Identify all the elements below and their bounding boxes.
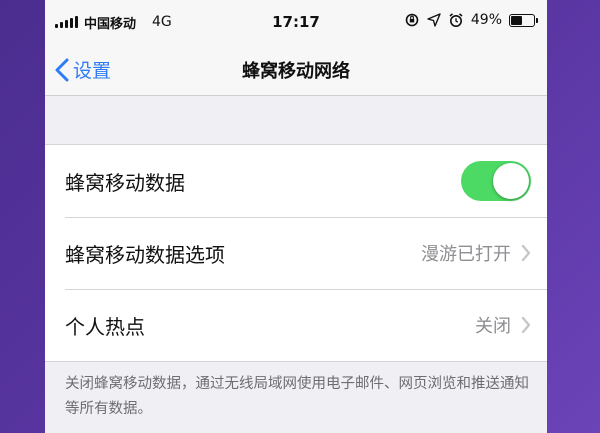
row-label: 个人热点 (65, 314, 145, 339)
cellular-data-options-row[interactable]: 蜂窝移动数据选项 漫游已打开 (45, 217, 547, 289)
cellular-data-row: 蜂窝移动数据 (45, 145, 547, 217)
orientation-lock-icon (404, 12, 420, 28)
chevron-right-icon (521, 316, 531, 334)
row-label: 蜂窝移动数据选项 (65, 242, 225, 267)
personal-hotspot-row[interactable]: 个人热点 关闭 (45, 289, 547, 361)
cellular-data-toggle[interactable] (461, 161, 531, 201)
row-value: 关闭 (475, 316, 511, 337)
row-label: 蜂窝移动数据 (65, 170, 185, 195)
row-value: 漫游已打开 (421, 244, 511, 265)
status-bar: 中国移动 4G 17:17 49% (45, 0, 547, 44)
location-icon (427, 13, 441, 27)
settings-screen: 中国移动 4G 17:17 49% 设置 蜂窝移动网络 蜂窝移动数据 蜂窝移动数… (45, 0, 547, 433)
status-indicators: 49% (404, 12, 538, 28)
chevron-right-icon (521, 244, 531, 262)
navigation-bar: 设置 蜂窝移动网络 (45, 44, 547, 96)
battery-percent: 49% (470, 12, 502, 28)
settings-group: 蜂窝移动数据 蜂窝移动数据选项 漫游已打开 个人热点 关闭 (45, 144, 547, 362)
alarm-icon (448, 12, 464, 28)
battery-icon (509, 13, 538, 27)
footer-note: 关闭蜂窝移动数据，通过无线局域网使用电子邮件、网页浏览和推送通知等所有数据。 (65, 376, 529, 417)
toggle-knob (493, 163, 529, 199)
page-title: 蜂窝移动网络 (242, 61, 350, 82)
